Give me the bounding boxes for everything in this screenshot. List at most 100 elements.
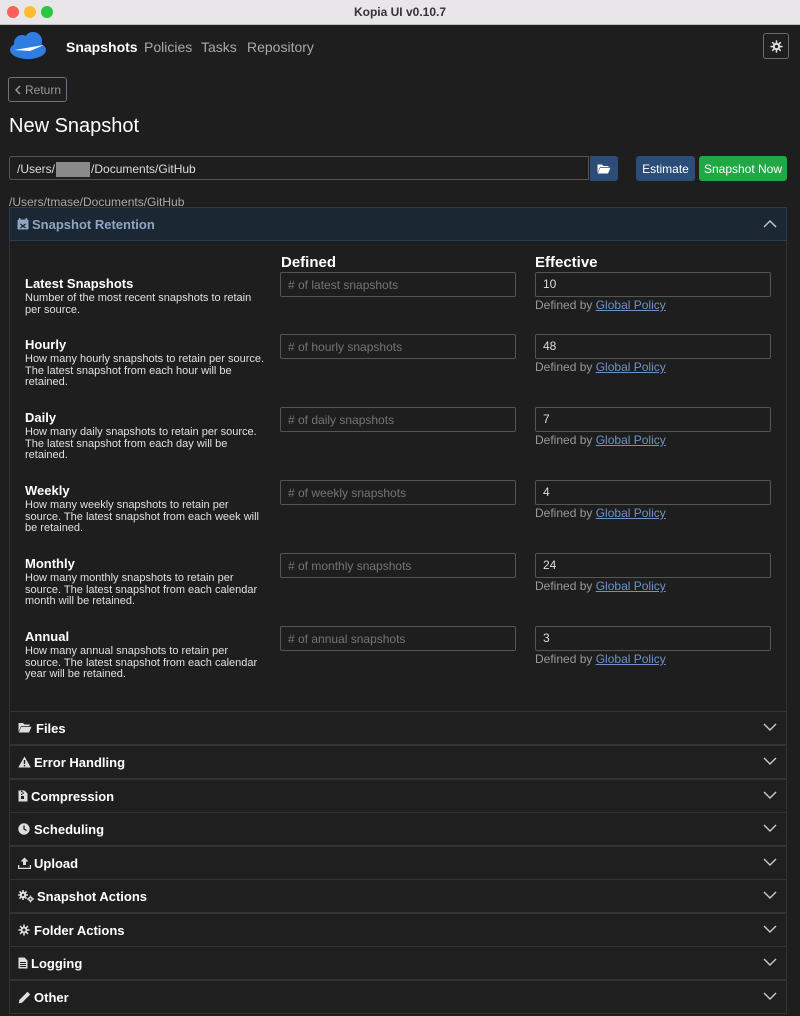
chevron-down-icon [763, 824, 777, 832]
retention-row-monthly: Monthly How many monthly snapshots to re… [25, 556, 265, 608]
annual-snapshots-input[interactable] [280, 626, 516, 651]
window-titlebar: Kopia UI v0.10.7 [0, 0, 800, 25]
clock-icon [18, 823, 30, 835]
section-scheduling[interactable]: Scheduling [9, 812, 787, 846]
window-title: Kopia UI v0.10.7 [353, 5, 447, 19]
section-label: Other [34, 990, 69, 1005]
row-title: Latest Snapshots [25, 276, 134, 291]
retention-row-latest: Latest Snapshots Number of the most rece… [25, 276, 265, 316]
effective-column-header: Effective [535, 254, 598, 271]
kopia-logo-icon[interactable] [8, 32, 48, 65]
section-upload[interactable]: Upload [9, 846, 787, 880]
retention-row-daily: Daily How many daily snapshots to retain… [25, 410, 265, 462]
defined-by-text: Defined by Global Policy [535, 652, 666, 666]
row-title: Monthly [25, 556, 75, 571]
global-policy-link[interactable]: Global Policy [596, 433, 666, 447]
row-description: How many daily snapshots to retain per s… [25, 426, 257, 461]
defined-by-text: Defined by Global Policy [535, 433, 666, 447]
global-policy-link[interactable]: Global Policy [596, 652, 666, 666]
chevron-down-icon [763, 858, 777, 866]
row-title: Annual [25, 629, 70, 644]
nav-tasks[interactable]: Tasks [201, 39, 237, 55]
file-text-icon [18, 957, 28, 969]
chevron-down-icon [763, 992, 777, 1000]
defined-by-text: Defined by Global Policy [535, 360, 666, 374]
chevron-down-icon [763, 791, 777, 799]
hourly-snapshots-input[interactable] [280, 334, 516, 359]
retention-row-weekly: Weekly How many weekly snapshots to reta… [25, 483, 265, 535]
gear-icon [769, 39, 783, 53]
folder-open-icon [18, 723, 32, 733]
monthly-snapshots-input[interactable] [280, 553, 516, 578]
estimate-button[interactable]: Estimate [636, 156, 695, 181]
snapshot-retention-title: Snapshot Retention [32, 217, 155, 232]
section-label: Folder Actions [34, 923, 125, 938]
upload-icon [18, 857, 31, 869]
defined-column-header: Defined [281, 254, 337, 271]
path-suffix: /Documents/GitHub [91, 162, 196, 176]
theme-settings-button[interactable] [763, 33, 789, 59]
section-logging[interactable]: Logging [9, 946, 787, 980]
chevron-down-icon [763, 958, 777, 966]
section-error-handling[interactable]: Error Handling [9, 745, 787, 779]
chevron-up-icon [763, 220, 777, 228]
warning-icon [18, 756, 31, 768]
row-title: Weekly [25, 483, 70, 498]
page-title: New Snapshot [9, 115, 140, 137]
section-label: Upload [34, 856, 79, 871]
navbar: Snapshots Policies Tasks Repository [0, 24, 800, 70]
section-files[interactable]: Files [9, 711, 787, 745]
row-description: How many annual snapshots to retain per … [25, 645, 258, 680]
row-title: Daily [25, 410, 57, 425]
annual-snapshots-effective: 3 [535, 626, 771, 651]
hourly-snapshots-effective: 48 [535, 334, 771, 359]
pencil-icon [18, 991, 31, 1004]
latest-snapshots-effective: 10 [535, 272, 771, 297]
section-snapshot-actions[interactable]: Snapshot Actions [9, 879, 787, 913]
defined-by-text: Defined by Global Policy [535, 506, 666, 520]
chevron-down-icon [763, 925, 777, 933]
nav-snapshots[interactable]: Snapshots [66, 39, 138, 55]
row-title: Hourly [25, 337, 67, 352]
weekly-snapshots-input[interactable] [280, 480, 516, 505]
global-policy-link[interactable]: Global Policy [596, 298, 666, 312]
select-folder-button[interactable] [590, 156, 618, 181]
return-label: Return [24, 82, 62, 97]
file-archive-icon [18, 790, 28, 802]
chevron-down-icon [763, 723, 777, 731]
redacted-username [56, 162, 91, 178]
section-label: Error Handling [34, 755, 126, 770]
nav-repository[interactable]: Repository [247, 39, 314, 55]
defined-by-text: Defined by Global Policy [535, 298, 666, 312]
section-other[interactable]: Other [9, 980, 787, 1014]
snapshot-now-button[interactable]: Snapshot Now [699, 156, 787, 181]
global-policy-link[interactable]: Global Policy [596, 579, 666, 593]
snapshot-retention-header[interactable]: Snapshot Retention [9, 207, 787, 241]
daily-snapshots-input[interactable] [280, 407, 516, 432]
path-input[interactable]: /Users/ /Documents/GitHub [9, 156, 589, 180]
section-label: Snapshot Actions [37, 889, 148, 904]
chevron-down-icon [763, 757, 777, 765]
section-compression[interactable]: Compression [9, 779, 787, 813]
section-folder-actions[interactable]: Folder Actions [9, 913, 787, 947]
return-button[interactable]: Return [8, 77, 67, 102]
nav-policies[interactable]: Policies [144, 39, 192, 55]
monthly-snapshots-effective: 24 [535, 553, 771, 578]
latest-snapshots-input[interactable] [280, 272, 516, 297]
calendar-icon [17, 218, 29, 230]
row-description: Number of the most recent snapshots to r… [25, 292, 252, 316]
section-label: Logging [31, 956, 83, 971]
global-policy-link[interactable]: Global Policy [596, 360, 666, 374]
daily-snapshots-effective: 7 [535, 407, 771, 432]
chevron-left-icon [14, 84, 21, 95]
retention-row-annual: Annual How many annual snapshots to reta… [25, 629, 265, 681]
weekly-snapshots-effective: 4 [535, 480, 771, 505]
row-description: How many weekly snapshots to retain per … [25, 499, 259, 534]
path-prefix: /Users/ [17, 162, 56, 176]
cog-icon [18, 924, 30, 936]
section-label: Compression [31, 789, 115, 804]
global-policy-link[interactable]: Global Policy [596, 506, 666, 520]
cogs-icon [18, 890, 34, 903]
folder-open-icon [597, 164, 611, 174]
section-label: Files [36, 721, 66, 736]
